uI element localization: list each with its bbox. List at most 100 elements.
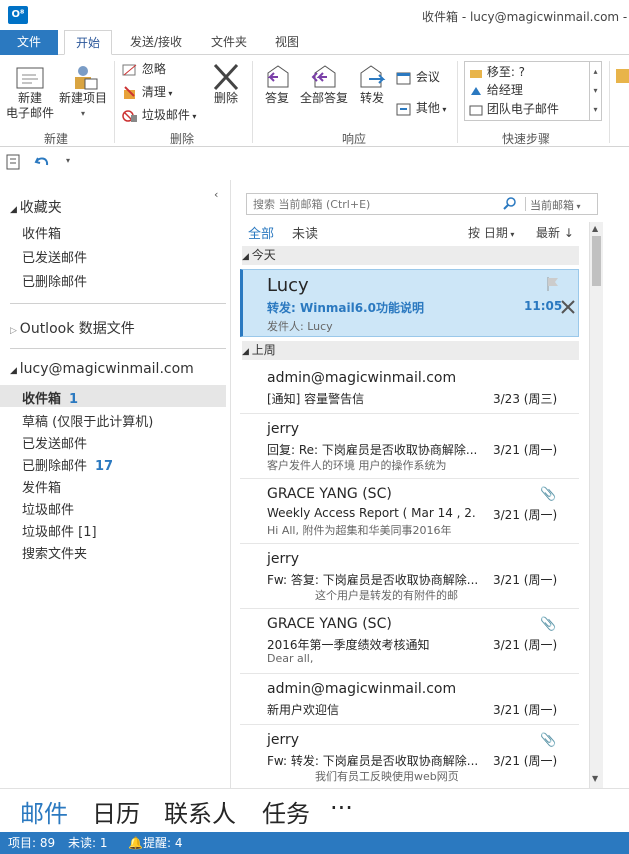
mail-sender: jerry: [267, 421, 300, 437]
search-icon[interactable]: [503, 197, 517, 211]
section-today[interactable]: ◢ 今天: [242, 246, 579, 265]
scroll-down-icon[interactable]: ▼: [592, 774, 598, 783]
mail-item[interactable]: jerry Fw: 答复: 下岗雇员是否收取协商解除... 这个用户是转发的有附…: [240, 544, 579, 609]
account-header[interactable]: ◢ lucy@magicwinmail.com: [10, 361, 194, 377]
favorite-sent[interactable]: 已发送邮件: [22, 247, 87, 266]
reply-icon: [267, 65, 289, 88]
folder-junk-2[interactable]: 垃圾邮件 [1]: [22, 521, 97, 540]
nav-tasks[interactable]: 任务: [262, 794, 310, 829]
folder-pane: ‹ ◢ 收藏夹 收件箱 已发送邮件 已删除邮件 ▷ Outlook 数据文件 ◢…: [0, 180, 231, 788]
folder-search[interactable]: 搜索文件夹: [22, 543, 87, 562]
mail-item[interactable]: Lucy 转发: Winmail6.0功能说明 发件人: Lucy 11:05: [240, 269, 579, 337]
mail-date: 3/21 (周一): [493, 508, 558, 522]
folder-icon[interactable]: [616, 69, 629, 83]
scroll-up-icon[interactable]: ▲: [592, 224, 598, 233]
favorite-deleted[interactable]: 已删除邮件: [22, 271, 87, 290]
mail-time: 11:05: [524, 299, 563, 313]
folder-sent[interactable]: 已发送邮件: [22, 433, 87, 452]
reply-label: 答复: [264, 91, 289, 105]
mail-list-scrollbar[interactable]: ▲ ▼: [589, 222, 603, 788]
new-items-button[interactable]: 新建项目 ▾: [56, 63, 110, 121]
mail-subject: [通知] 容量警告信: [267, 392, 365, 406]
junk-label: 垃圾邮件: [141, 108, 190, 122]
folder-outbox[interactable]: 发件箱: [22, 477, 61, 496]
expand-triangle-icon: ◢: [242, 347, 252, 357]
customize-qat-icon[interactable]: ▾: [66, 156, 70, 165]
folder-drafts[interactable]: 草稿 (仅限于此计算机): [22, 411, 153, 430]
sort-by-date[interactable]: 按 日期 ▾: [468, 224, 514, 241]
reply-button[interactable]: 答复: [258, 63, 296, 106]
expand-triangle-icon: ◢: [10, 366, 20, 376]
folder-inbox[interactable]: 收件箱 1: [22, 388, 78, 407]
meeting-button[interactable]: 会议: [396, 69, 440, 85]
favorite-inbox[interactable]: 收件箱: [22, 223, 61, 242]
group-label-quick-steps: 快速步骤: [502, 132, 551, 146]
clean-up-icon: [124, 85, 135, 99]
mail-preview: 发件人: Lucy: [267, 320, 333, 333]
section-last-week[interactable]: ◢ 上周: [242, 341, 579, 360]
folder-junk[interactable]: 垃圾邮件: [22, 499, 74, 518]
quick-steps-gallery: 移至: ? 给经理 团队电子邮件 ▴ ▾ ▾: [464, 61, 602, 121]
search-input[interactable]: [247, 194, 497, 214]
filter-bar: 全部 未读 按 日期 ▾ 最新 ↓: [246, 222, 606, 242]
sort-order[interactable]: 最新 ↓: [536, 224, 574, 241]
search-box[interactable]: 当前邮箱 ▾: [246, 193, 598, 215]
ribbon-tabs: 文件 开始 发送/接收 文件夹 视图: [0, 30, 629, 55]
delete-button[interactable]: 删除: [206, 63, 246, 106]
clean-up-button[interactable]: 清理 ▾: [122, 84, 172, 102]
mail-sender: jerry: [267, 551, 300, 567]
new-email-button[interactable]: 新建 电子邮件: [4, 63, 56, 121]
tab-send-receive[interactable]: 发送/接收: [120, 30, 192, 55]
mail-item[interactable]: GRACE YANG (SC) 2016年第一季度绩效考核通知 Dear all…: [240, 609, 579, 674]
folder-deleted[interactable]: 已删除邮件 17: [22, 455, 113, 474]
nav-mail[interactable]: 邮件: [20, 794, 68, 829]
mail-item[interactable]: jerry 回复: Re: 下岗雇员是否收取协商解除... 客户发件人的环境 用…: [240, 414, 579, 479]
new-email-icon: [16, 67, 44, 89]
quick-step-team-email[interactable]: 团队电子邮件: [469, 101, 559, 117]
mail-subject: Fw: 答复: 下岗雇员是否收取协商解除...: [267, 573, 477, 587]
quick-steps-scroll[interactable]: ▴ ▾ ▾: [589, 62, 601, 120]
forward-button[interactable]: 转发: [354, 63, 390, 106]
divider: [525, 197, 526, 211]
outlook-app-icon[interactable]: O⁸: [8, 6, 28, 24]
tab-view[interactable]: 视图: [266, 30, 308, 55]
mail-item[interactable]: admin@magicwinmail.com 新用户欢迎信 3/21 (周一): [240, 674, 579, 725]
collapse-pane-icon[interactable]: ‹: [214, 188, 218, 201]
scrollbar-thumb[interactable]: [592, 236, 601, 286]
mail-item[interactable]: jerry Fw: 转发: 下岗雇员是否收取协商解除... 我们有员工反映使用w…: [240, 725, 579, 785]
tab-file[interactable]: 文件: [0, 30, 58, 55]
delete-x-icon: [213, 63, 239, 91]
mail-sender: jerry: [267, 732, 300, 748]
mail-item[interactable]: GRACE YANG (SC) Weekly Access Report ( M…: [240, 479, 579, 544]
mail-item[interactable]: admin@magicwinmail.com [通知] 容量警告信 3/23 (…: [240, 363, 579, 414]
ignore-button[interactable]: 忽略: [122, 61, 166, 77]
filter-all[interactable]: 全部: [248, 223, 274, 242]
status-reminders[interactable]: 提醒: 4: [143, 832, 183, 854]
outlook-data-file[interactable]: ▷ Outlook 数据文件: [10, 318, 135, 338]
mail-preview: 这个用户是转发的有附件的邮: [315, 589, 458, 602]
group-label-respond: 响应: [342, 132, 367, 146]
favorites-header[interactable]: ◢ 收藏夹: [10, 197, 62, 217]
arrow-down-icon: ↓: [563, 226, 574, 240]
reply-all-button[interactable]: 全部答复: [296, 63, 352, 106]
tab-folder[interactable]: 文件夹: [204, 30, 254, 55]
meeting-label: 会议: [415, 70, 440, 84]
flag-icon[interactable]: [545, 276, 561, 292]
filter-unread[interactable]: 未读: [292, 223, 318, 242]
mail-date: 3/23 (周三): [493, 392, 558, 406]
quick-step-move-to[interactable]: 移至: ?: [469, 64, 525, 80]
undo-icon[interactable]: [34, 154, 50, 168]
expand-triangle-icon: ◢: [10, 205, 20, 215]
more-respond-button[interactable]: 其他 ▾: [396, 100, 446, 118]
nav-calendar[interactable]: 日历: [92, 794, 140, 829]
nav-more-icon[interactable]: ···: [330, 794, 353, 822]
junk-button[interactable]: 垃圾邮件 ▾: [122, 107, 196, 125]
search-scope-dropdown[interactable]: 当前邮箱 ▾: [530, 197, 581, 213]
delete-mail-icon[interactable]: [561, 300, 575, 314]
nav-contacts[interactable]: 联系人: [164, 794, 236, 829]
send-receive-icon[interactable]: [6, 154, 20, 170]
mail-date: 3/21 (周一): [493, 573, 558, 587]
quick-step-to-manager[interactable]: 给经理: [469, 82, 523, 98]
status-item-count: 项目: 89: [8, 836, 56, 850]
tab-home[interactable]: 开始: [64, 30, 112, 55]
